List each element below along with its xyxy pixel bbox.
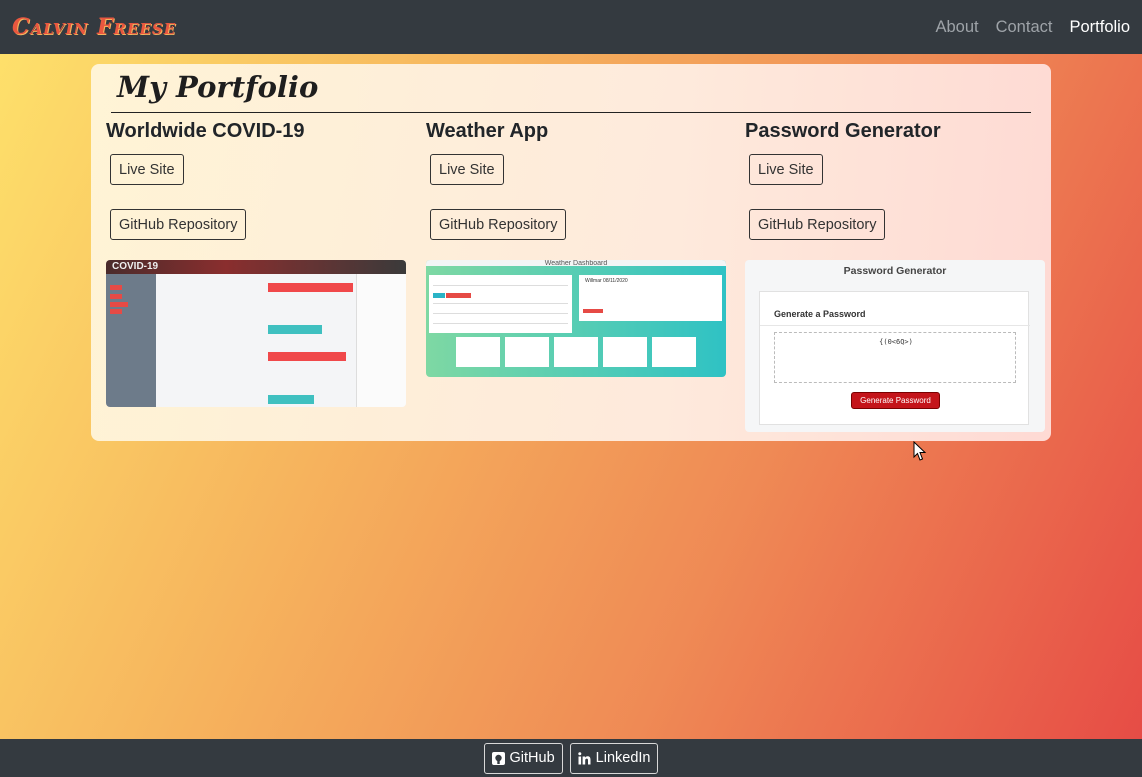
thumb-forecast-day <box>456 337 500 367</box>
thumb-password-text: {(0<6Q>) <box>879 338 913 346</box>
github-repository-button[interactable]: GitHub Repository <box>749 209 886 240</box>
page-title: My Portfolio <box>117 70 319 104</box>
thumb-search-panel <box>429 275 572 333</box>
thumb-divider <box>760 325 1030 326</box>
linkedin-icon <box>577 751 591 764</box>
live-site-button[interactable]: Live Site <box>110 154 184 185</box>
thumb-forecast-day <box>603 337 647 367</box>
project-weather: Weather App Live Site GitHub Repository … <box>426 120 726 377</box>
thumb-mark <box>110 285 122 290</box>
thumb-password-box: {(0<6Q>) <box>774 332 1016 383</box>
thumb-bar <box>268 395 314 404</box>
nav-link-about[interactable]: About <box>935 18 978 37</box>
thumb-title: Weather Dashboard <box>544 260 608 267</box>
github-repository-button[interactable]: GitHub Repository <box>430 209 567 240</box>
linkedin-button[interactable]: LinkedIn <box>569 742 659 774</box>
github-label: GitHub <box>509 750 555 766</box>
nav-link-contact[interactable]: Contact <box>996 18 1053 37</box>
thumb-mark <box>110 309 122 314</box>
thumb-mark <box>110 294 122 299</box>
linkedin-label: LinkedIn <box>595 750 651 766</box>
thumb-bar <box>268 352 346 361</box>
mouse-cursor-icon <box>913 441 927 461</box>
project-screenshot[interactable]: Weather Dashboard Willmar 08/11/2020 <box>426 260 726 377</box>
thumb-uv-badge <box>583 309 603 313</box>
github-button[interactable]: GitHub <box>483 742 563 774</box>
portfolio-card: My Portfolio Worldwide COVID-19 Live Sit… <box>91 64 1051 441</box>
title-divider <box>111 112 1031 113</box>
project-screenshot[interactable]: Password Generator Generate a Password {… <box>745 260 1045 432</box>
thumb-bar <box>268 283 353 292</box>
thumb-logo: COVID-19 <box>112 261 159 272</box>
github-icon <box>491 751 505 765</box>
thumb-button <box>446 293 471 298</box>
thumb-line <box>433 303 568 304</box>
project-title: Worldwide COVID-19 <box>106 120 305 142</box>
nav-link-portfolio[interactable]: Portfolio <box>1069 18 1130 37</box>
thumb-card: Generate a Password {(0<6Q>) Generate Pa… <box>759 291 1030 425</box>
thumb-generate-button: Generate Password <box>851 392 940 409</box>
thumb-news <box>356 274 406 407</box>
thumb-line <box>433 323 568 324</box>
navbar: Calvin Freese About Contact Portfolio <box>0 0 1142 54</box>
project-covid: Worldwide COVID-19 Live Site GitHub Repo… <box>106 120 406 407</box>
nav-links: About Contact Portfolio <box>935 18 1130 37</box>
thumb-button <box>433 293 445 298</box>
thumb-title: Password Generator <box>843 265 947 277</box>
project-title: Password Generator <box>745 120 941 142</box>
footer: GitHub LinkedIn <box>0 739 1142 777</box>
thumb-line <box>433 313 568 314</box>
thumb-heading: Generate a Password <box>774 309 866 319</box>
thumb-current-weather: Willmar 08/11/2020 <box>579 275 722 321</box>
thumb-forecast-day <box>554 337 598 367</box>
live-site-button[interactable]: Live Site <box>430 154 504 185</box>
thumb-mark <box>110 302 128 307</box>
thumb-city: Willmar 08/11/2020 <box>585 278 628 284</box>
thumb-line <box>433 285 568 286</box>
project-screenshot[interactable]: COVID-19 <box>106 260 406 407</box>
project-password: Password Generator Live Site GitHub Repo… <box>745 120 1045 432</box>
project-title: Weather App <box>426 120 549 142</box>
live-site-button[interactable]: Live Site <box>749 154 823 185</box>
thumb-forecast-day <box>652 337 696 367</box>
thumb-bar <box>268 325 322 334</box>
brand-logo[interactable]: Calvin Freese <box>12 14 176 40</box>
github-repository-button[interactable]: GitHub Repository <box>110 209 247 240</box>
thumb-forecast-day <box>505 337 549 367</box>
